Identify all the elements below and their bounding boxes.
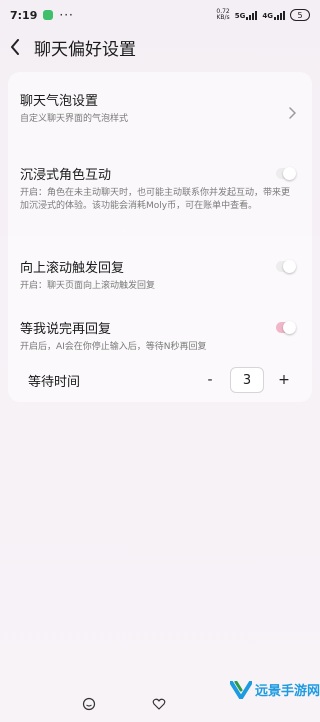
wait-time-input[interactable]: 3 bbox=[230, 367, 264, 393]
watermark-text: 远景手游网 bbox=[255, 684, 320, 699]
scroll-reply-title: 向上滚动触发回复 bbox=[20, 261, 125, 276]
scroll-reply-item: 向上滚动触发回复 开启：聊天页面向上滚动触发回复 bbox=[20, 257, 300, 293]
toggle-knob bbox=[283, 260, 296, 273]
more-notifications-icon: ··· bbox=[59, 8, 74, 22]
scroll-reply-desc: 开启：聊天页面向上滚动触发回复 bbox=[20, 281, 156, 291]
wait-reply-title: 等我说完再回复 bbox=[20, 322, 112, 337]
wait-time-stepper: - 3 + bbox=[200, 367, 294, 393]
signal-4g-icon: 4G bbox=[262, 10, 285, 20]
scroll-reply-toggle[interactable] bbox=[276, 260, 296, 273]
wait-time-row: 等待时间 - 3 + bbox=[28, 367, 294, 393]
back-arrow-icon[interactable] bbox=[10, 38, 24, 56]
network-speed: 0.72 KB/s bbox=[216, 8, 230, 21]
toggle-knob bbox=[283, 167, 296, 180]
page-header: 聊天偏好设置 bbox=[0, 30, 320, 64]
page-title: 聊天偏好设置 bbox=[34, 39, 136, 60]
chevron-right-icon bbox=[288, 104, 298, 119]
watermark-logo-icon bbox=[230, 680, 252, 699]
bubble-settings-item[interactable]: 聊天气泡设置 自定义聊天界面的气泡样式 bbox=[20, 90, 300, 130]
bubble-settings-desc: 自定义聊天界面的气泡样式 bbox=[20, 114, 129, 124]
signal-5g-icon: 5G bbox=[235, 10, 258, 20]
heart-icon[interactable] bbox=[152, 696, 166, 710]
smiley-icon[interactable] bbox=[82, 696, 96, 711]
wait-reply-desc: 开启后，AI会在你停止输入后，等待N秒再回复 bbox=[20, 342, 207, 352]
increment-button[interactable]: + bbox=[274, 372, 294, 388]
watermark: 远景手游网 bbox=[230, 680, 320, 699]
settings-card: 聊天气泡设置 自定义聊天界面的气泡样式 沉浸式角色互动 开启：角色在未主动聊天时… bbox=[8, 72, 312, 402]
status-bar: 7:19 ··· 0.72 KB/s 5G 4G 5 bbox=[0, 0, 320, 30]
immersive-interaction-desc: 开启：角色在未主动聊天时，也可能主动联系你并发起互动，带来更加沉浸式的体验。该功… bbox=[20, 188, 291, 211]
status-time: 7:19 bbox=[10, 8, 38, 22]
toggle-knob bbox=[283, 321, 296, 334]
wait-reply-item: 等我说完再回复 开启后，AI会在你停止输入后，等待N秒再回复 bbox=[20, 318, 300, 354]
immersive-interaction-item: 沉浸式角色互动 开启：角色在未主动聊天时，也可能主动联系你并发起互动，带来更加沉… bbox=[20, 164, 300, 213]
immersive-interaction-title: 沉浸式角色互动 bbox=[20, 168, 112, 183]
bubble-settings-title: 聊天气泡设置 bbox=[20, 94, 99, 109]
decrement-button[interactable]: - bbox=[200, 372, 220, 388]
battery-icon: 5 bbox=[290, 9, 310, 21]
immersive-interaction-toggle[interactable] bbox=[276, 167, 296, 180]
app-notification-icon bbox=[43, 10, 54, 20]
wait-time-label: 等待时间 bbox=[28, 374, 81, 390]
wait-reply-toggle[interactable] bbox=[276, 321, 296, 334]
